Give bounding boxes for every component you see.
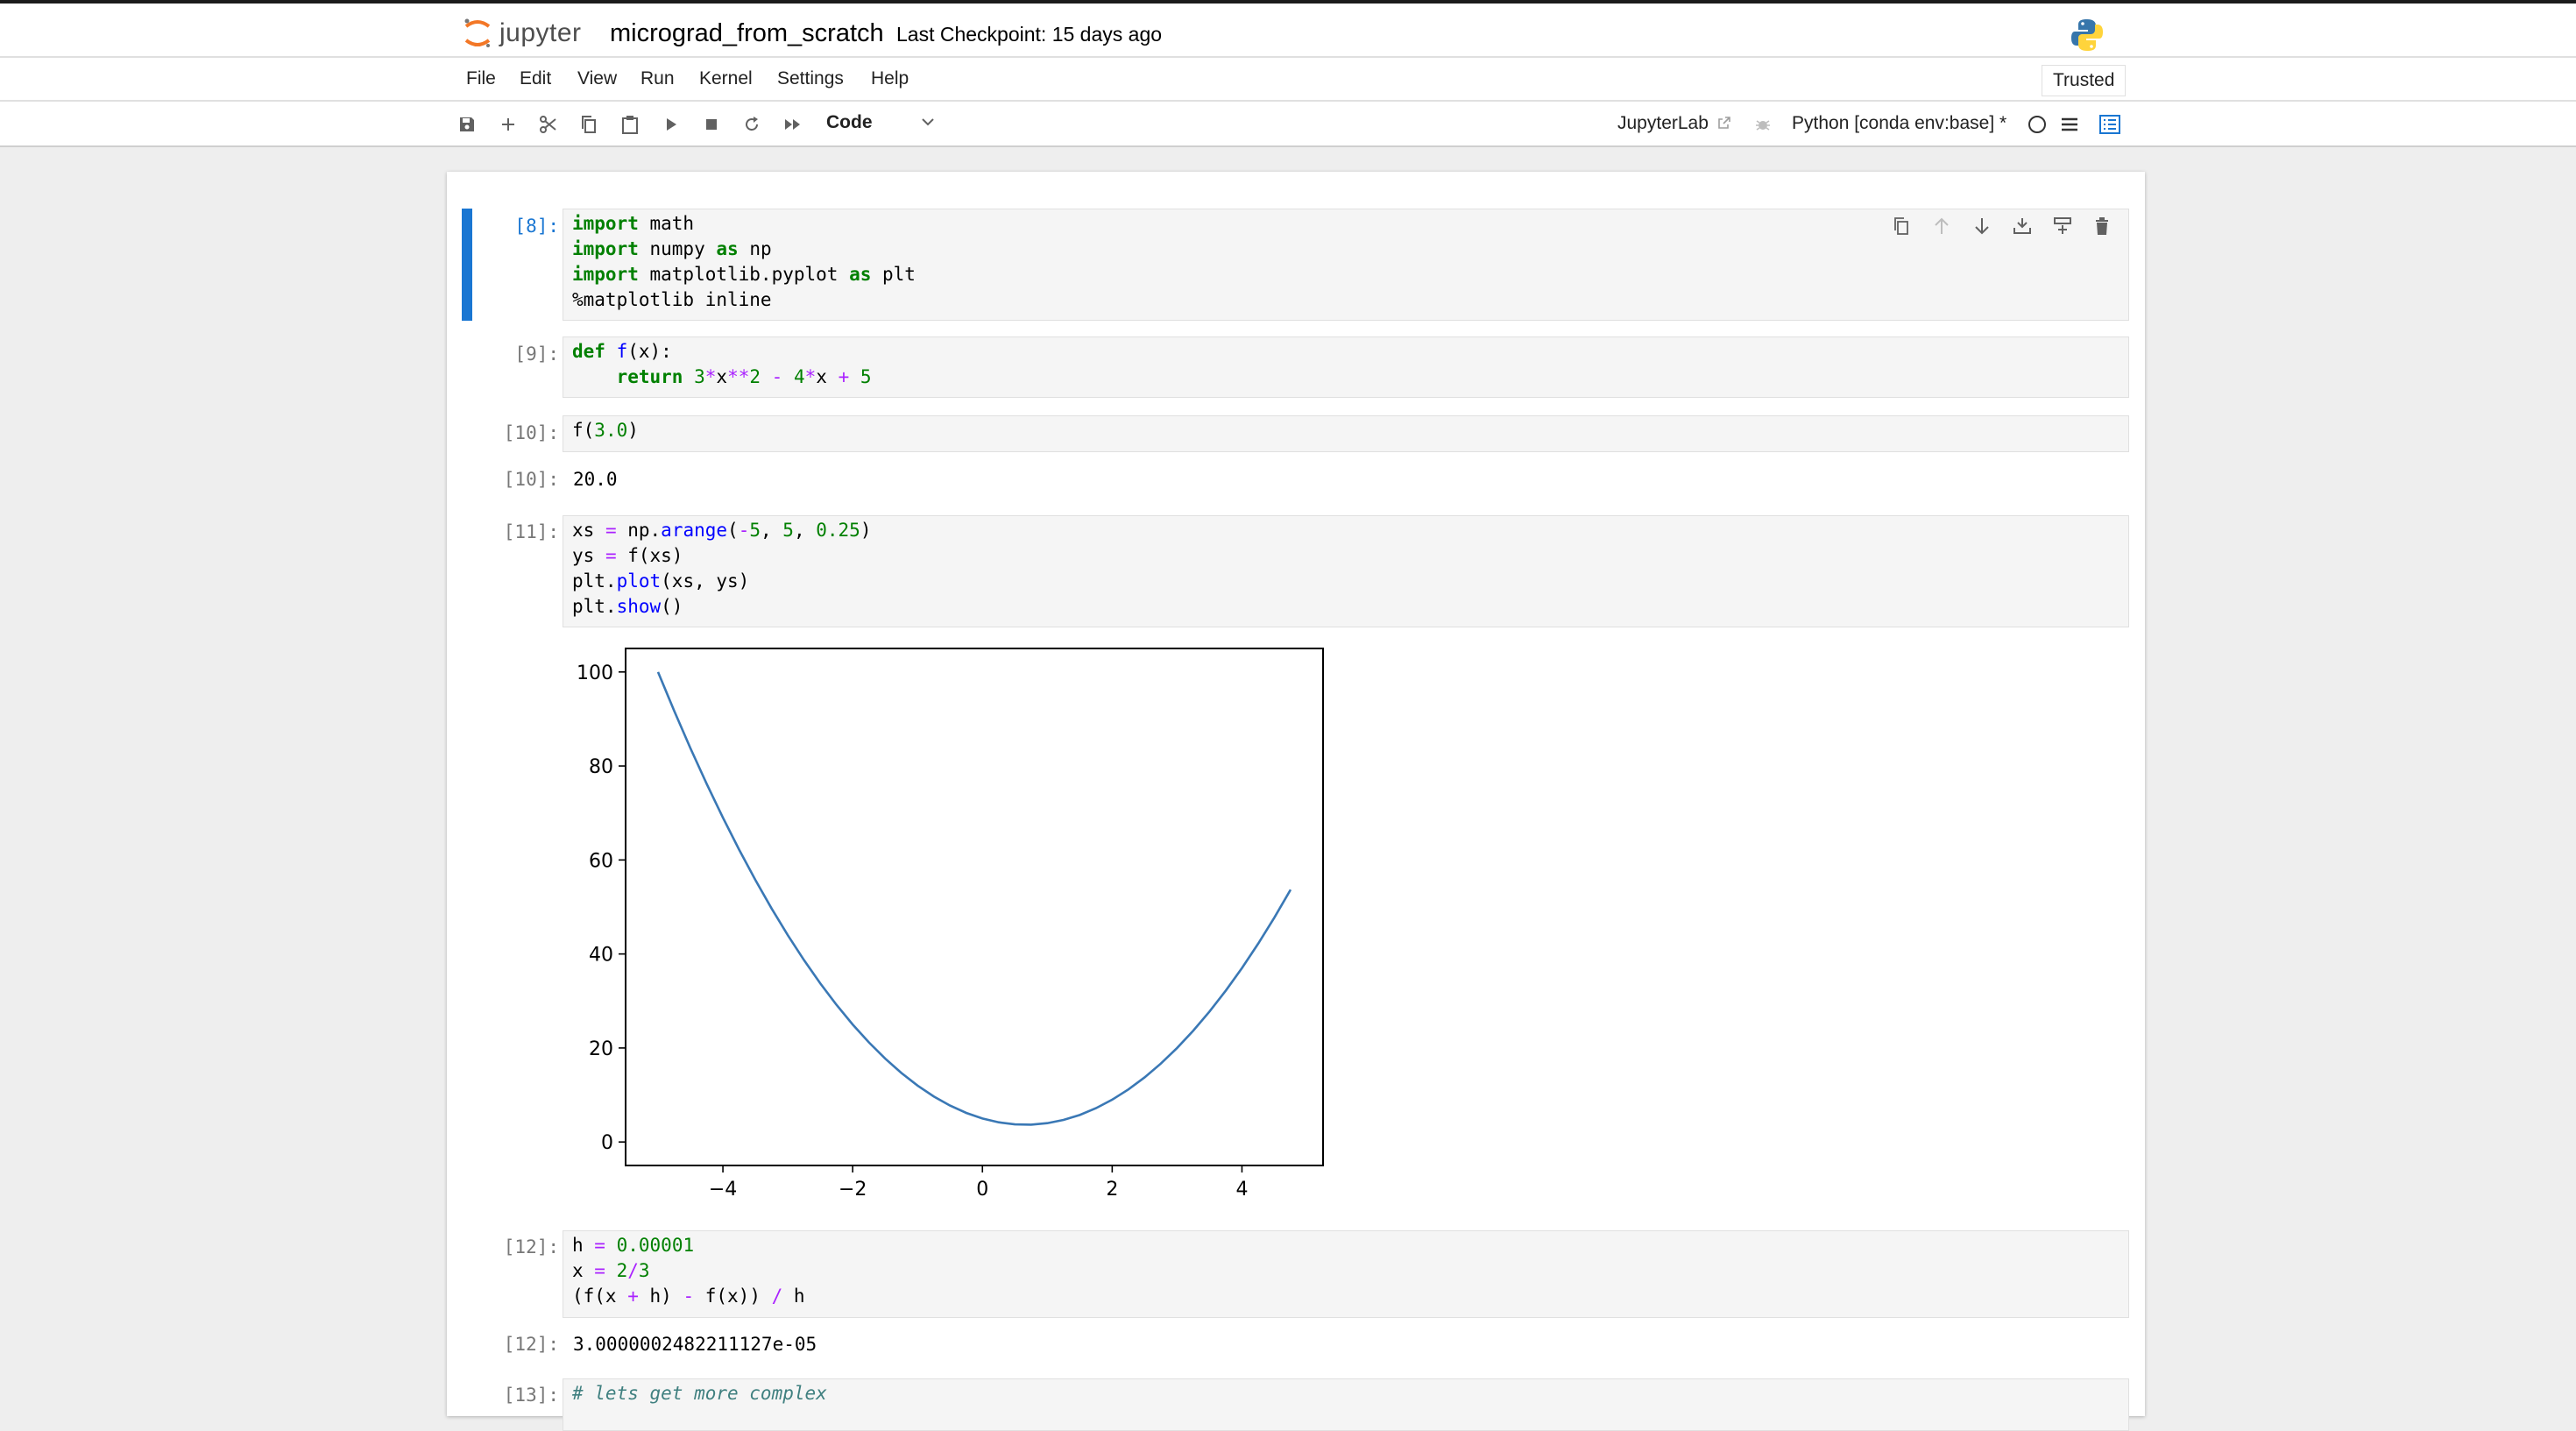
code-line: def f(x):: [572, 341, 672, 362]
jupyter-logo-icon: [464, 18, 491, 47]
insert-below-icon[interactable]: [2052, 216, 2073, 237]
delete-cell-icon[interactable]: [2091, 216, 2112, 237]
output-prompt: [12]:: [503, 1334, 559, 1355]
checkpoint-status: Last Checkpoint: 15 days ago: [896, 23, 1163, 46]
code-line: xs = np.arange(-5, 5, 0.25): [572, 520, 872, 541]
x-tick-label: 0: [976, 1179, 988, 1201]
save-icon[interactable]: [456, 113, 478, 136]
code-line: plt.plot(xs, ys): [572, 570, 750, 592]
code-line: x = 2/3: [572, 1260, 650, 1281]
table-of-contents-icon[interactable]: [2098, 113, 2121, 136]
move-up-icon[interactable]: [1931, 216, 1952, 237]
fast-forward-icon[interactable]: [782, 113, 804, 136]
jupyter-logo[interactable]: jupyter: [463, 16, 582, 51]
run-icon[interactable]: [660, 113, 683, 136]
code-line: # lets get more complex: [572, 1383, 827, 1404]
menu-run[interactable]: Run: [640, 68, 675, 89]
code-cell-10[interactable]: f(3.0): [563, 415, 2129, 452]
chevron-down-icon[interactable]: [920, 116, 936, 132]
jupyterlab-link-label: JupyterLab: [1617, 113, 1709, 133]
top-bar: jupyter micrograd_from_scratch Last Chec…: [0, 0, 2576, 58]
kernel-status-icon: [2026, 113, 2049, 136]
copy-icon[interactable]: [577, 113, 600, 136]
cell-prompt: [9]:: [514, 344, 559, 365]
cell-prompt: [12]:: [503, 1236, 559, 1257]
y-tick-label: 80: [589, 756, 613, 778]
code-cell-9[interactable]: def f(x): return 3*x**2 - 4*x + 5: [563, 336, 2129, 398]
notebook-toolbar: Code JupyterLab Python [conda env:base] …: [0, 102, 2576, 147]
x-tick-label: −2: [839, 1179, 867, 1201]
code-line: h = 0.00001: [572, 1235, 695, 1256]
menu-settings[interactable]: Settings: [777, 68, 844, 89]
jupyter-logo-text: jupyter: [499, 18, 582, 47]
x-tick-label: −4: [709, 1179, 737, 1201]
python-logo-icon: [2071, 19, 2103, 51]
stop-icon[interactable]: [700, 113, 723, 136]
cell-prompt: [11]:: [503, 521, 559, 542]
x-tick-label: 4: [1235, 1179, 1248, 1201]
x-tick-label: 2: [1106, 1179, 1118, 1201]
cell-prompt: [13]:: [503, 1385, 559, 1406]
code-line: plt.show(): [572, 596, 683, 617]
jupyterlab-link[interactable]: JupyterLab: [1617, 113, 1731, 134]
restart-icon[interactable]: [740, 113, 763, 136]
code-line: import math: [572, 213, 695, 234]
line-chart: 0 20 40 60 80 100 −4 −2 0 2 4: [577, 648, 1324, 1201]
kernel-name[interactable]: Python [conda env:base] *: [1792, 113, 2006, 134]
trusted-indicator[interactable]: Trusted: [2042, 65, 2127, 96]
y-tick-label: 0: [601, 1132, 613, 1154]
insert-cell-icon[interactable]: [497, 113, 520, 136]
cell-prompt: [8]:: [514, 216, 559, 237]
menu-view[interactable]: View: [577, 68, 617, 89]
code-line: f(3.0): [572, 420, 639, 441]
y-tick-label: 100: [577, 662, 613, 684]
menu-file[interactable]: File: [466, 68, 496, 89]
code-line: return 3*x**2 - 4*x + 5: [616, 366, 872, 387]
paste-icon[interactable]: [619, 113, 641, 136]
y-tick-label: 40: [589, 945, 613, 967]
code-cell-12[interactable]: h = 0.00001 x = 2/3 (f(x + h) - f(x)) / …: [563, 1230, 2129, 1318]
code-line: ys = f(xs): [572, 545, 683, 566]
menu-lines-icon[interactable]: [2058, 113, 2081, 136]
menu-edit[interactable]: Edit: [520, 68, 551, 89]
menu-bar: File Edit View Run Kernel Settings Help …: [0, 58, 2576, 102]
y-tick-label: 20: [589, 1038, 613, 1060]
x-axis: −4 −2 0 2 4: [709, 1165, 1248, 1201]
cell-prompt: [10]:: [503, 422, 559, 443]
menu-help[interactable]: Help: [871, 68, 909, 89]
debugger-icon[interactable]: [1752, 113, 1774, 136]
code-line: import numpy as np: [572, 238, 772, 259]
duplicate-cell-icon[interactable]: [1891, 216, 1912, 237]
notebook-title[interactable]: micrograd_from_scratch: [610, 19, 884, 48]
insert-above-icon[interactable]: [2012, 216, 2033, 237]
menu-kernel[interactable]: Kernel: [699, 68, 753, 89]
notebook-panel: [8]: import math import numpy as np impo…: [447, 172, 2145, 1431]
code-line: %matplotlib inline: [572, 289, 772, 310]
y-axis: 0 20 40 60 80 100: [577, 662, 626, 1154]
output-prompt: [10]:: [503, 469, 559, 490]
cell-output: 3.0000002482211127e-05: [573, 1334, 817, 1355]
code-line: (f(x + h) - f(x)) / h: [572, 1286, 805, 1307]
y-tick-label: 60: [589, 850, 613, 872]
cell-type-select[interactable]: Code: [826, 112, 873, 133]
plot-area-frame: [625, 648, 1324, 1166]
cell-output: 20.0: [573, 469, 618, 490]
move-down-icon[interactable]: [1971, 216, 1992, 237]
code-cell-13[interactable]: # lets get more complex: [563, 1378, 2129, 1431]
cut-icon[interactable]: [537, 113, 560, 136]
external-link-icon: [1717, 117, 1730, 129]
code-line: import matplotlib.pyplot as plt: [572, 264, 916, 285]
code-cell-11[interactable]: xs = np.arange(-5, 5, 0.25) ys = f(xs) p…: [563, 515, 2129, 627]
